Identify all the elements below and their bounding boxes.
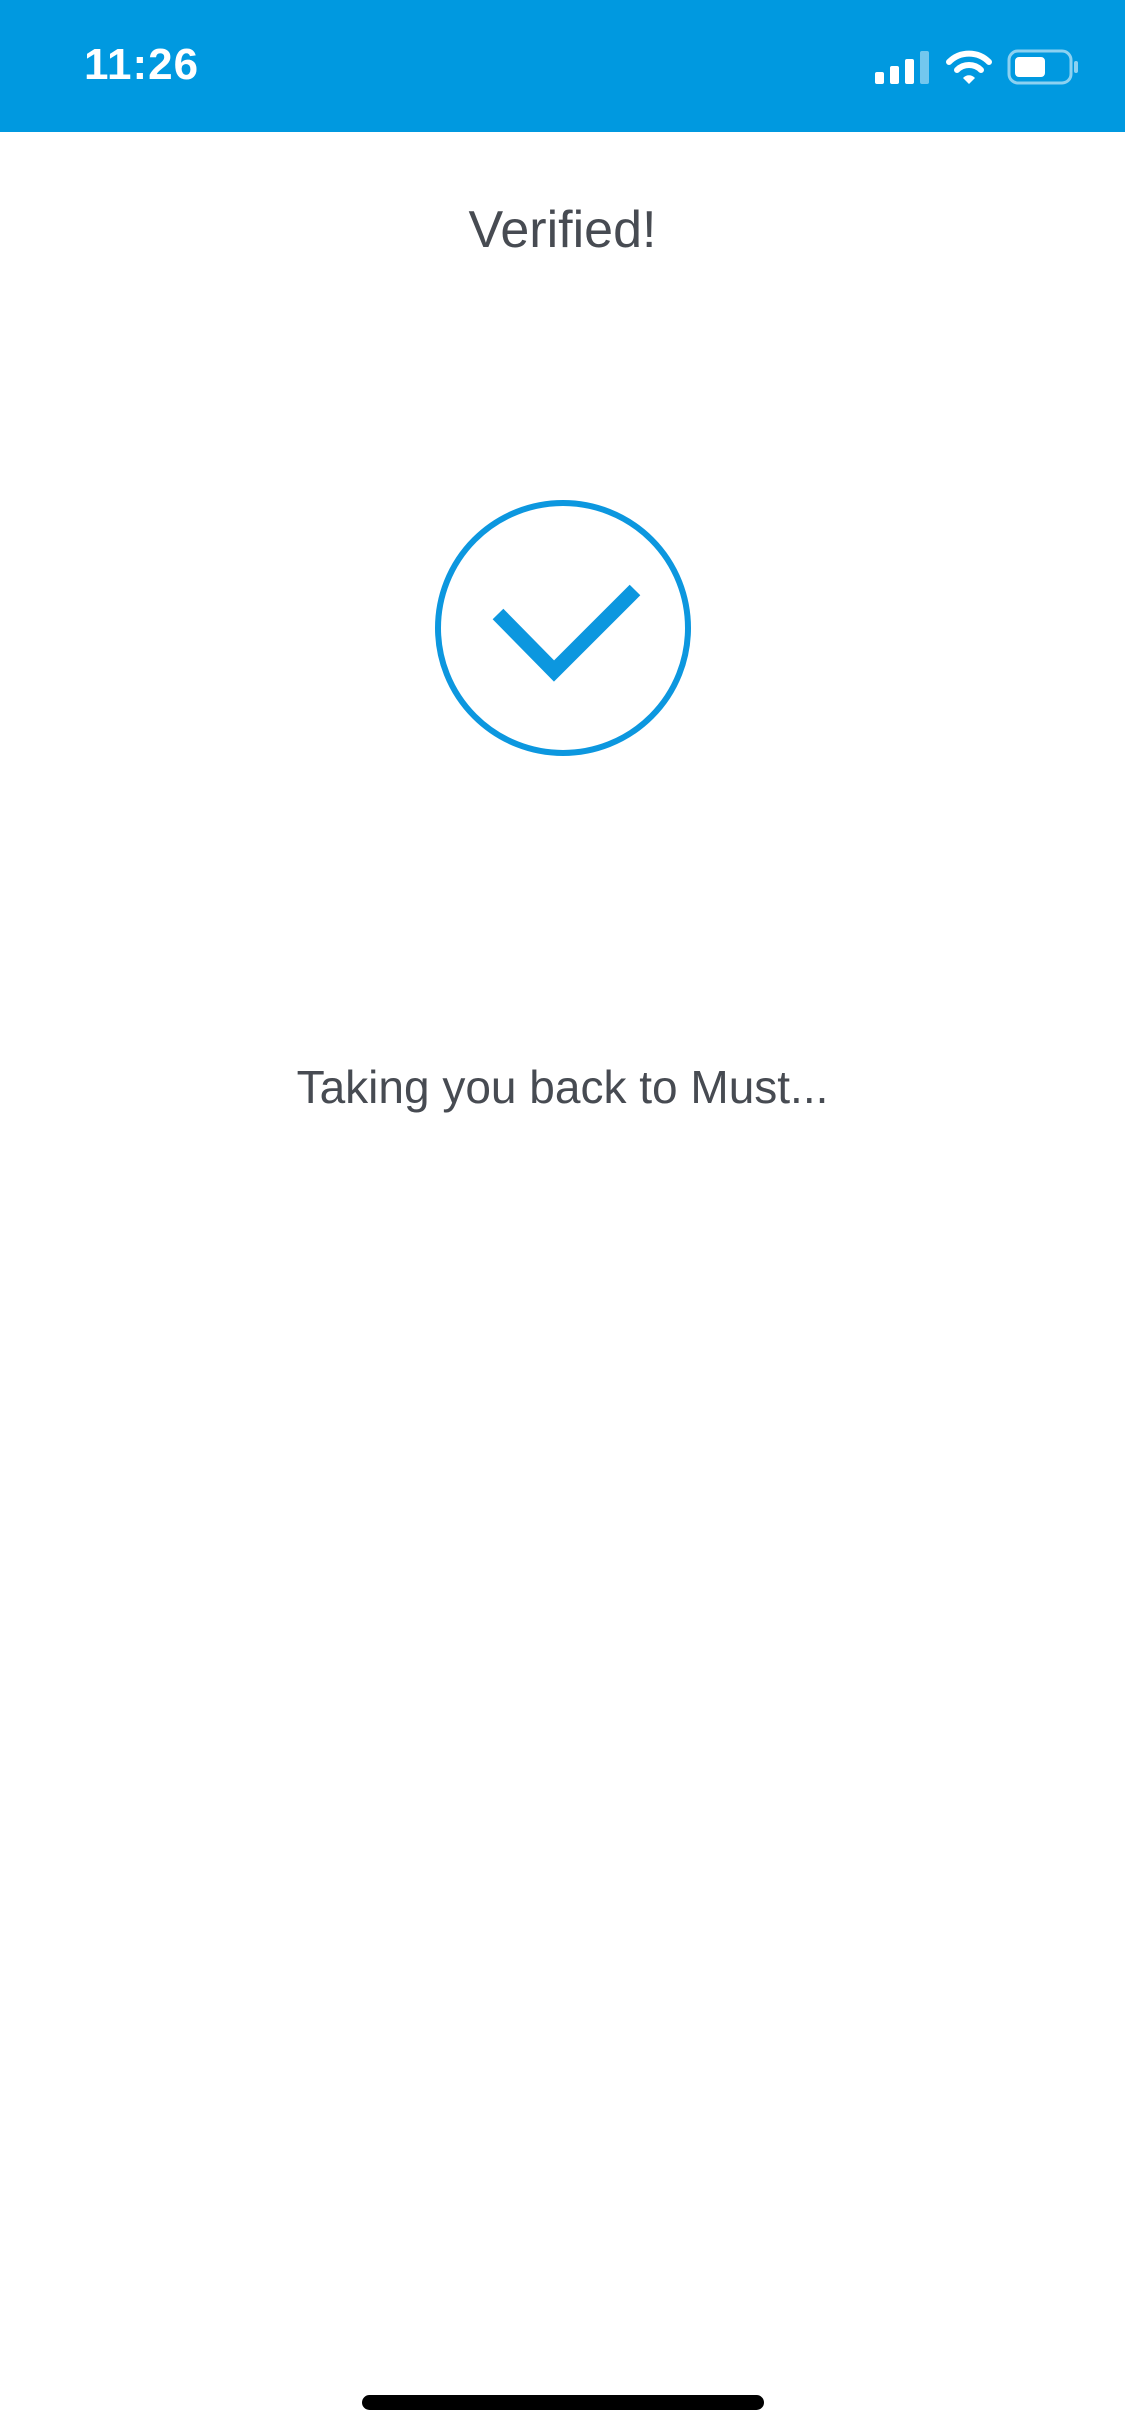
status-time: 11:26 [84,40,200,89]
checkmark-circle-icon [435,500,691,756]
wifi-icon [946,50,992,84]
redirect-message: Taking you back to Must... [296,1061,829,1113]
status-icons [875,46,1081,88]
page-title: Verified! [468,201,657,259]
battery-icon [1007,49,1078,85]
home-indicator[interactable] [362,2395,764,2410]
status-bar: 11:26 [0,0,1125,132]
verified-status [432,497,694,759]
cellular-signal-icon [875,51,929,84]
